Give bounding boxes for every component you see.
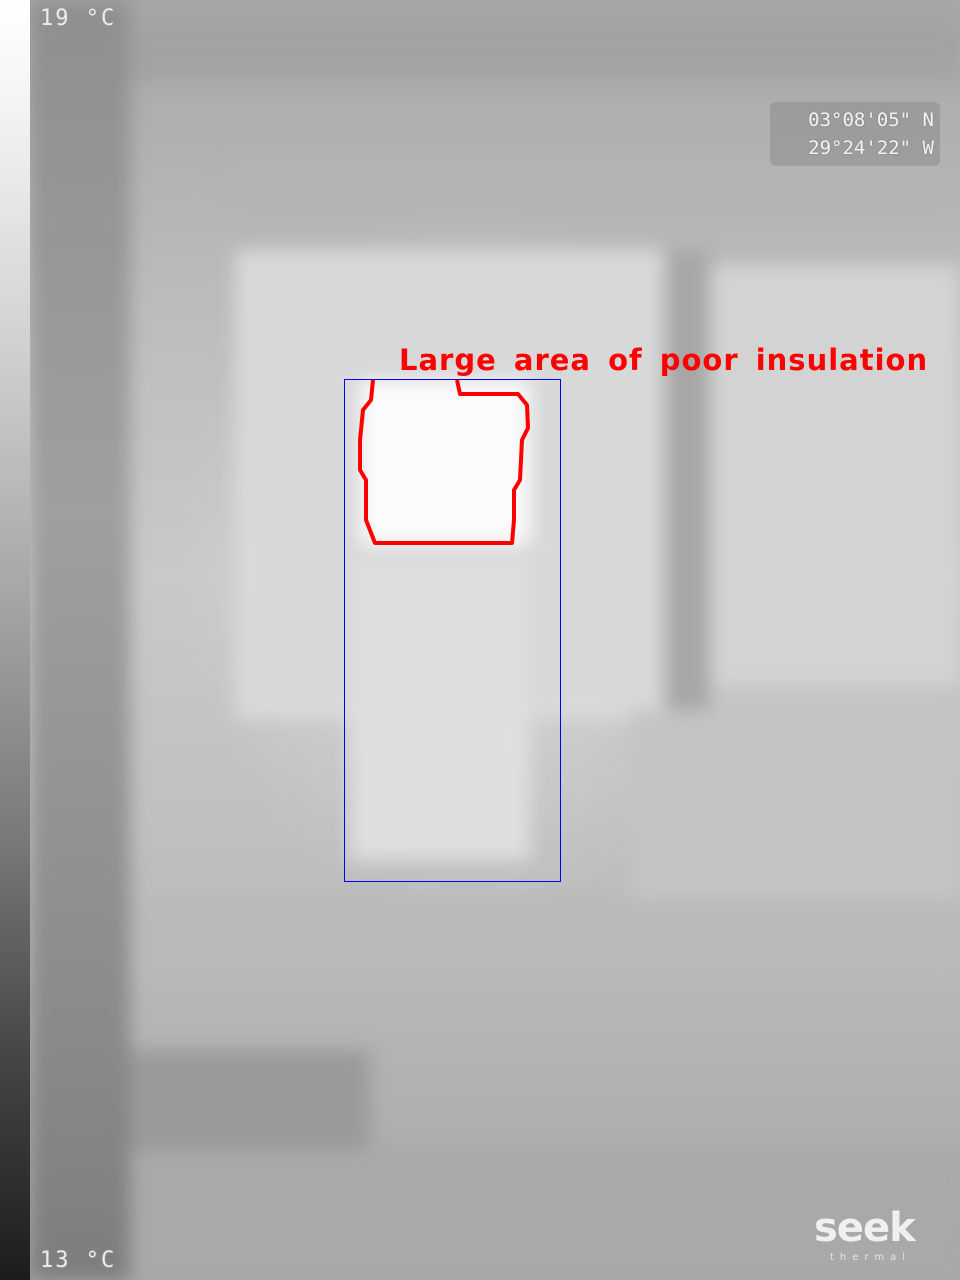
thermal-image-frame: 19 °C 13 °C 03°08'05" N 29°24'22" W seek… — [0, 0, 960, 1280]
annotation-label: Large area of poor insulation — [399, 343, 929, 377]
annotation-hotspot-outline — [358, 379, 530, 545]
annotation-overlay — [344, 379, 561, 882]
annotation-bounding-box — [344, 379, 561, 882]
